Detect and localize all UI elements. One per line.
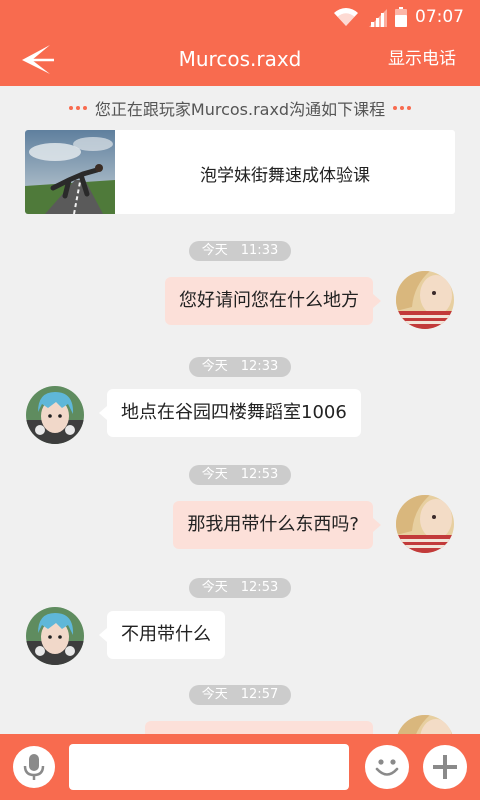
- smiley-icon: [375, 759, 399, 776]
- self-avatar[interactable]: [396, 271, 454, 329]
- course-title: 泡学妹街舞速成体验课: [200, 166, 370, 186]
- composer-bar: [0, 734, 480, 800]
- plus-icon: [433, 755, 457, 779]
- incoming-message[interactable]: 地点在谷园四楼舞蹈室1006: [99, 389, 361, 437]
- wifi-icon: [334, 8, 358, 26]
- contact-avatar[interactable]: [26, 386, 84, 444]
- message-timestamp: 今天 11:33: [189, 241, 291, 261]
- show-phone-button[interactable]: 显示电话: [388, 48, 456, 70]
- header-bar: Murcos.raxd 显示电话: [0, 34, 480, 86]
- outgoing-message[interactable]: 那我用带什么东西吗?: [173, 501, 381, 549]
- battery-icon: [395, 7, 407, 27]
- emoji-button[interactable]: [365, 745, 409, 789]
- status-icons: 07:07: [333, 6, 464, 28]
- message-timestamp: 今天 12:53: [189, 578, 291, 598]
- dots-decoration-right: [393, 106, 412, 110]
- message-timestamp: 今天 12:53: [189, 465, 291, 485]
- outgoing-message[interactable]: 您好请问您在什么地方: [165, 277, 381, 325]
- contact-avatar[interactable]: [26, 607, 84, 665]
- message-input[interactable]: [69, 744, 349, 790]
- status-time: 07:07: [415, 7, 464, 27]
- course-notice: 您正在跟玩家Murcos.raxd沟通如下课程: [0, 97, 480, 119]
- course-card[interactable]: 泡学妹街舞速成体验课: [25, 130, 455, 214]
- signal-icon: [369, 9, 387, 27]
- notice-text: 您正在跟玩家Murcos.raxd沟通如下课程: [94, 100, 386, 119]
- self-avatar[interactable]: [396, 495, 454, 553]
- course-thumbnail: [25, 130, 115, 214]
- voice-button[interactable]: [13, 746, 55, 788]
- message-timestamp: 今天 12:33: [189, 357, 291, 377]
- incoming-message[interactable]: 不用带什么: [99, 611, 225, 659]
- status-bar: 07:07: [0, 0, 480, 34]
- message-timestamp: 今天 12:57: [189, 685, 291, 705]
- add-button[interactable]: [423, 745, 467, 789]
- microphone-icon: [23, 754, 45, 780]
- dots-decoration-left: [68, 106, 87, 110]
